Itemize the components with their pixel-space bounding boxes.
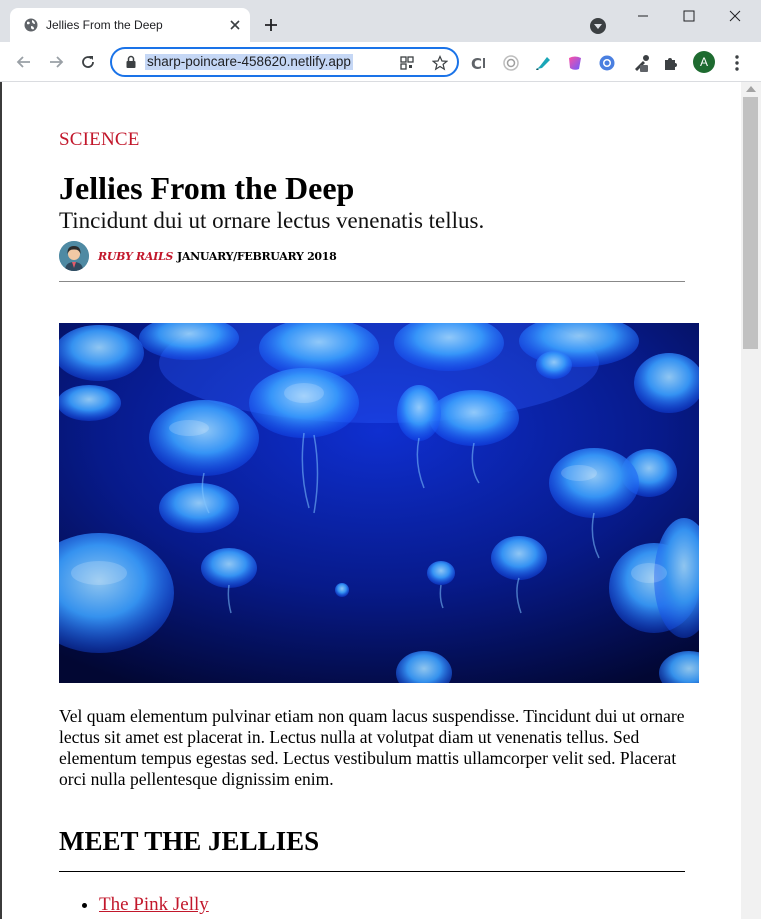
byline: RUBY RAILS JANUARY/FEBRUARY 2018 [59,241,699,273]
star-icon[interactable] [432,55,448,71]
highlighter-icon[interactable] [534,54,552,72]
puzzle-icon[interactable] [662,54,680,72]
section-divider [59,871,685,872]
svg-text:C: C [471,55,482,72]
qr-code-icon[interactable] [399,55,415,71]
divider [59,281,685,282]
lock-icon [126,55,136,68]
url-text: sharp-poincare-458620.netlify.app [145,54,353,70]
article-category: SCIENCE [59,129,140,150]
scroll-thumb[interactable] [743,97,758,349]
tab-strip: Jellies From the Deep [0,0,761,42]
article-title: Jellies From the Deep [59,170,355,206]
extension-o-icon[interactable] [598,54,616,72]
back-arrow-icon[interactable] [14,52,34,72]
jelly-link[interactable]: The Pink Jelly [99,894,209,915]
profile-avatar[interactable]: A [693,51,715,73]
tab-title: Jellies From the Deep [46,18,163,32]
page-viewport: SCIENCE Jellies From the Deep Tincidunt … [0,82,741,919]
browser-toolbar: sharp-poincare-458620.netlify.app C A [0,42,761,82]
more-menu-icon[interactable] [730,54,744,72]
section-heading: MEET THE JELLIES [59,826,320,856]
maximize-icon[interactable] [666,0,712,32]
jellies-list: The Pink Jelly [99,894,209,916]
plus-icon[interactable] [263,17,279,33]
address-bar[interactable]: sharp-poincare-458620.netlify.app [110,47,459,77]
eyedropper-icon[interactable] [632,54,650,72]
author-avatar [59,241,89,271]
browser-tab[interactable]: Jellies From the Deep [10,8,250,42]
minimize-icon[interactable] [620,0,666,32]
article-subtitle: Tincidunt dui ut ornare lectus venenatis… [59,208,485,233]
reload-icon[interactable] [78,52,98,72]
tab-search-icon[interactable] [590,18,606,34]
extension-c-icon[interactable]: C [470,54,488,72]
article-body: Vel quam elementum pulvinar etiam non qu… [59,706,685,789]
extension-gradient-icon[interactable] [566,54,584,72]
issue-date: JANUARY/FEBRUARY 2018 [177,250,337,263]
jellyfish-hero-image [59,323,699,683]
author-name[interactable]: RUBY RAILS [98,250,173,263]
globe-icon [24,18,38,32]
scroll-up-arrow-icon[interactable] [746,86,756,92]
window-close-icon[interactable] [712,0,758,32]
list-item: The Pink Jelly [99,894,209,916]
extension-ring-icon[interactable] [502,54,520,72]
scrollbar[interactable] [741,82,761,919]
forward-arrow-icon[interactable] [46,52,66,72]
close-icon[interactable] [228,18,242,32]
